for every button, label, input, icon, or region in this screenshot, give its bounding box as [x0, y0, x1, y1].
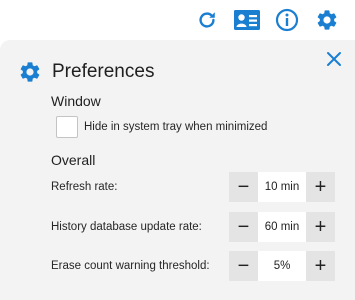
refresh-rate-label: Refresh rate: — [51, 181, 118, 193]
contact-card-button[interactable] — [227, 0, 267, 40]
panel-title: Preferences — [52, 61, 155, 82]
info-button[interactable] — [267, 0, 307, 40]
overall-section-title: Overall — [51, 152, 96, 168]
refresh-button[interactable] — [187, 0, 227, 40]
refresh-rate-decrement-button[interactable]: − — [229, 172, 258, 202]
refresh-icon — [199, 12, 215, 28]
contact-card-icon — [234, 10, 260, 30]
top-toolbar — [0, 0, 355, 40]
hide-in-tray-checkbox[interactable] — [56, 116, 78, 138]
erase-count-threshold-decrement-button[interactable]: − — [229, 251, 258, 281]
refresh-rate-row: Refresh rate: − 10 min + — [51, 172, 335, 202]
erase-count-threshold-value[interactable]: 5% — [258, 251, 306, 281]
history-update-rate-value[interactable]: 60 min — [258, 212, 306, 242]
history-update-rate-decrement-button[interactable]: − — [229, 212, 258, 242]
window-section-title: Window — [51, 93, 101, 109]
gear-icon — [317, 10, 337, 30]
hide-in-tray-label: Hide in system tray when minimized — [84, 121, 268, 133]
preferences-gear-icon — [20, 62, 40, 82]
panel-header: Preferences — [18, 60, 154, 84]
hide-in-tray-option[interactable]: Hide in system tray when minimized — [56, 116, 267, 138]
refresh-rate-increment-button[interactable]: + — [306, 172, 335, 202]
erase-count-threshold-row: Erase count warning threshold: − 5% + — [51, 251, 335, 281]
erase-count-threshold-label: Erase count warning threshold: — [51, 260, 210, 272]
app-window: Preferences Window Hide in system tray w… — [0, 0, 355, 300]
history-update-rate-row: History database update rate: − 60 min + — [51, 212, 335, 242]
refresh-rate-value[interactable]: 10 min — [258, 172, 306, 202]
erase-count-threshold-increment-button[interactable]: + — [306, 251, 335, 281]
close-button[interactable] — [323, 48, 345, 70]
close-icon — [327, 52, 341, 66]
erase-count-threshold-stepper: − 5% + — [229, 251, 335, 281]
info-icon — [275, 8, 299, 32]
history-update-rate-label: History database update rate: — [51, 221, 202, 233]
history-update-rate-increment-button[interactable]: + — [306, 212, 335, 242]
history-update-rate-stepper: − 60 min + — [229, 212, 335, 242]
refresh-rate-stepper: − 10 min + — [229, 172, 335, 202]
settings-button[interactable] — [307, 0, 347, 40]
preferences-panel: Preferences Window Hide in system tray w… — [0, 40, 355, 300]
